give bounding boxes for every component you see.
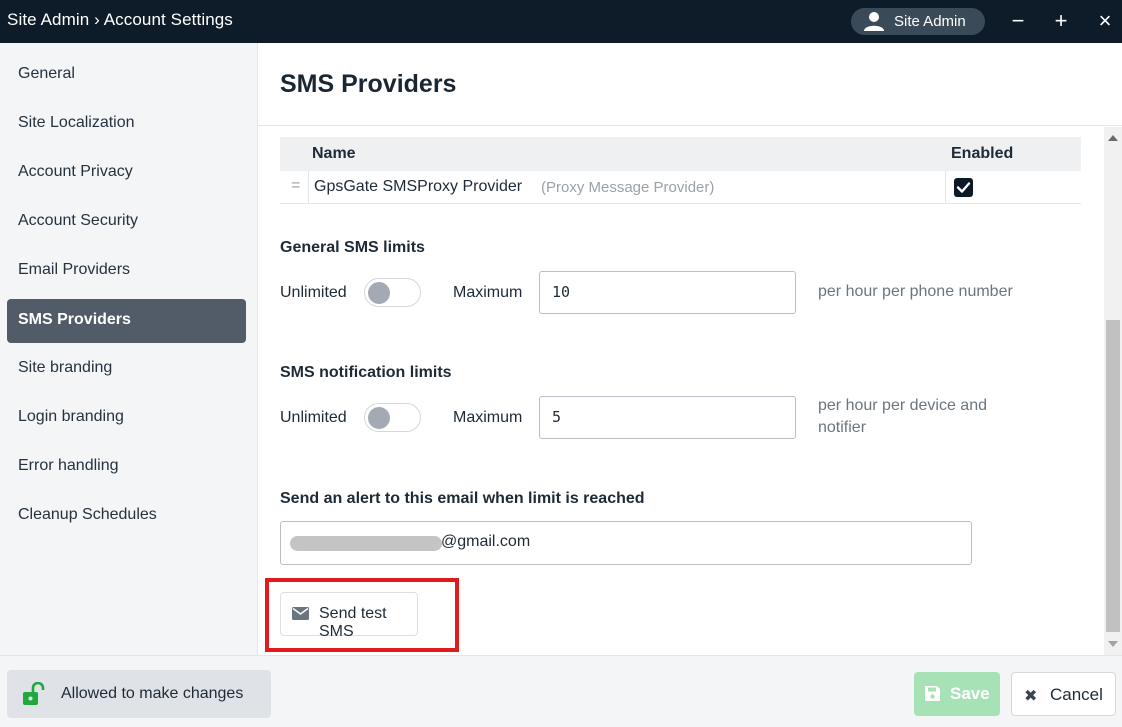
- scroll-down-icon[interactable]: [1108, 641, 1118, 647]
- general-maximum-input[interactable]: 10: [539, 271, 796, 314]
- checkmark-icon: [956, 182, 971, 193]
- floppy-disk-icon: [925, 686, 940, 701]
- notification-limit-hint: per hour per device and notifier: [818, 395, 987, 439]
- user-menu-button[interactable]: Site Admin: [851, 8, 985, 35]
- permission-label: Allowed to make changes: [61, 685, 244, 702]
- unlimited-label: Unlimited: [280, 284, 347, 301]
- general-limit-hint: per hour per phone number: [818, 283, 1013, 300]
- toggle-knob: [368, 282, 390, 304]
- table-row[interactable]: = GpsGate SMSProxy Provider (Proxy Messa…: [280, 171, 1081, 204]
- sidebar-item-site-branding[interactable]: Site branding: [7, 347, 246, 391]
- drag-handle-icon[interactable]: =: [291, 177, 300, 195]
- general-limits-title: General SMS limits: [280, 239, 425, 256]
- title-bar: Site Admin › Account Settings Site Admin…: [0, 0, 1122, 43]
- sidebar-item-label: Cleanup Schedules: [18, 506, 157, 523]
- alert-email-input[interactable]: @gmail.com: [280, 521, 972, 565]
- notification-maximum-input[interactable]: 5: [539, 396, 796, 439]
- close-icon[interactable]: ×: [1091, 6, 1119, 36]
- provider-enabled-checkbox[interactable]: [954, 178, 973, 197]
- send-test-sms-button[interactable]: Send test SMS: [280, 592, 418, 640]
- sidebar-item-cleanup-schedules[interactable]: Cleanup Schedules: [7, 494, 246, 538]
- page-title: SMS Providers: [280, 70, 457, 98]
- save-button[interactable]: Save: [914, 672, 1000, 716]
- sidebar-item-general[interactable]: General: [7, 53, 246, 97]
- sidebar-item-label: Login branding: [18, 408, 124, 425]
- settings-sidebar: General Site Localization Account Privac…: [0, 43, 258, 655]
- column-divider: [945, 171, 946, 204]
- cancel-label: Cancel: [1050, 685, 1103, 704]
- maximum-label: Maximum: [453, 284, 523, 301]
- sidebar-item-label: Error handling: [18, 457, 119, 474]
- minimize-icon[interactable]: −: [1004, 6, 1032, 36]
- notification-unlimited-toggle[interactable]: [364, 403, 421, 432]
- sidebar-item-label: Email Providers: [18, 261, 131, 278]
- sidebar-item-label: SMS Providers: [18, 311, 131, 328]
- send-test-sms-label: Send test SMS: [319, 605, 387, 640]
- sidebar-item-email-providers[interactable]: Email Providers: [7, 249, 246, 293]
- maximum-label: Maximum: [453, 409, 523, 426]
- unlocked-lock-icon: [23, 682, 45, 705]
- footer-bar: Allowed to make changes Save ✖ Cancel: [0, 655, 1122, 727]
- sidebar-item-label: Site Localization: [18, 114, 135, 131]
- window-title: Site Admin › Account Settings: [7, 10, 233, 29]
- alert-email-title: Send an alert to this email when limit i…: [280, 490, 645, 507]
- unlimited-label: Unlimited: [280, 409, 347, 426]
- sidebar-item-label: Account Privacy: [18, 163, 133, 180]
- sidebar-item-label: Site branding: [18, 359, 113, 376]
- scroll-up-icon[interactable]: [1108, 135, 1118, 141]
- providers-table: Name Enabled = GpsGate SMSProxy Provider…: [280, 137, 1081, 204]
- sidebar-item-label: Account Security: [18, 212, 139, 229]
- user-label: Site Admin: [894, 13, 966, 30]
- sidebar-item-site-localization[interactable]: Site Localization: [7, 102, 246, 146]
- main-panel: SMS Providers Name Enabled = GpsGate SMS…: [258, 43, 1122, 655]
- notification-limits-title: SMS notification limits: [280, 364, 452, 381]
- email-domain-text: @gmail.com: [441, 533, 531, 550]
- cancel-button[interactable]: ✖ Cancel: [1011, 672, 1116, 716]
- scroll-thumb[interactable]: [1106, 320, 1120, 632]
- provider-name: GpsGate SMSProxy Provider: [314, 178, 523, 195]
- hint-line: notifier: [818, 419, 867, 436]
- sidebar-item-account-security[interactable]: Account Security: [7, 200, 246, 244]
- sidebar-item-error-handling[interactable]: Error handling: [7, 445, 246, 489]
- table-header: Name Enabled: [280, 137, 1081, 171]
- page-header: SMS Providers: [258, 43, 1122, 126]
- sidebar-item-label: General: [18, 65, 75, 82]
- general-unlimited-toggle[interactable]: [364, 278, 421, 307]
- sidebar-item-account-privacy[interactable]: Account Privacy: [7, 151, 246, 195]
- envelope-icon: [292, 607, 309, 620]
- permission-indicator: Allowed to make changes: [7, 670, 271, 718]
- hint-line: per hour per device and: [818, 397, 987, 414]
- provider-description: (Proxy Message Provider): [541, 179, 715, 196]
- save-label: Save: [950, 684, 990, 703]
- x-icon: ✖: [1024, 688, 1038, 705]
- redacted-text: [290, 536, 442, 551]
- vertical-scrollbar[interactable]: [1104, 127, 1122, 655]
- maximize-icon[interactable]: +: [1047, 6, 1075, 36]
- column-divider: [308, 171, 309, 204]
- sidebar-item-sms-providers[interactable]: SMS Providers: [7, 299, 246, 343]
- column-header-name: Name: [312, 145, 356, 162]
- sidebar-item-login-branding[interactable]: Login branding: [7, 396, 246, 440]
- toggle-knob: [368, 407, 390, 429]
- column-header-enabled: Enabled: [951, 145, 1014, 162]
- user-icon: [864, 12, 884, 31]
